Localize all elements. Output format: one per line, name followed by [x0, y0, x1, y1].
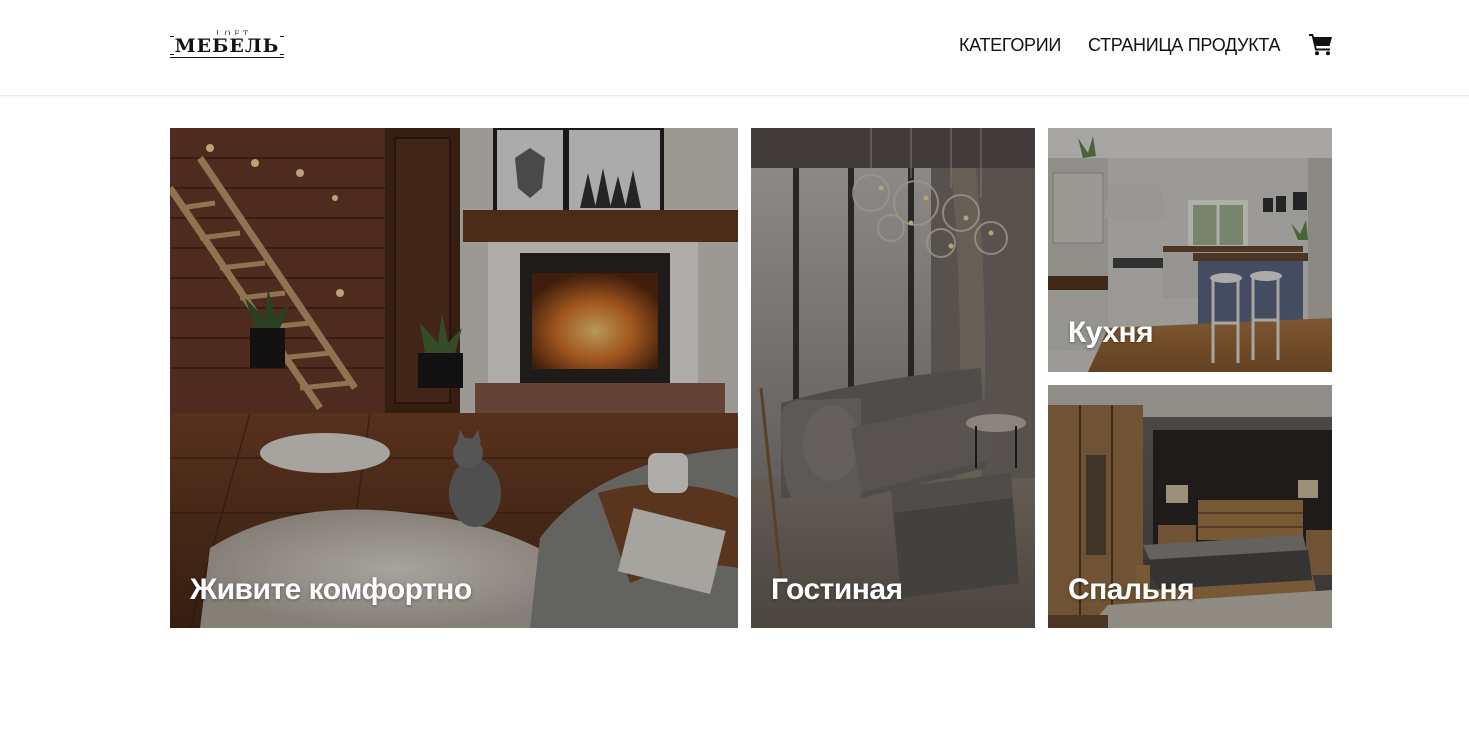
tile-overlay — [170, 128, 738, 628]
tile-label-live-comfortably: Живите комфортно — [190, 573, 472, 606]
logo-main-text-wrap: МЕБЕЛЬ — [170, 35, 284, 57]
logo-main-text: МЕБЕЛЬ — [173, 35, 281, 57]
site-logo[interactable]: LOFT МЕБЕЛЬ — [170, 30, 284, 60]
tile-label-kitchen: Кухня — [1068, 316, 1154, 349]
nav-link-categories[interactable]: КАТЕГОРИИ — [959, 35, 1061, 56]
shopping-cart-icon[interactable] — [1308, 32, 1334, 56]
site-header: LOFT МЕБЕЛЬ КАТЕГОРИИ СТРАНИЦА ПРОДУКТА — [0, 0, 1469, 96]
tile-live-comfortably[interactable]: Живите комфортно — [170, 128, 738, 628]
nav-item-categories: КАТЕГОРИИ — [959, 34, 1061, 56]
nav-item-product-page: СТРАНИЦА ПРОДУКТА — [1088, 34, 1281, 56]
tile-label-living-room: Гостиная — [771, 573, 903, 606]
nav-link-product-page[interactable]: СТРАНИЦА ПРОДУКТА — [1088, 35, 1281, 56]
tile-living-room[interactable]: Гостиная — [751, 128, 1035, 628]
tile-label-bedroom: Спальня — [1068, 573, 1195, 606]
tile-kitchen[interactable]: Кухня — [1048, 128, 1332, 372]
tile-bedroom[interactable]: Спальня — [1048, 385, 1332, 628]
tile-overlay — [751, 128, 1035, 628]
